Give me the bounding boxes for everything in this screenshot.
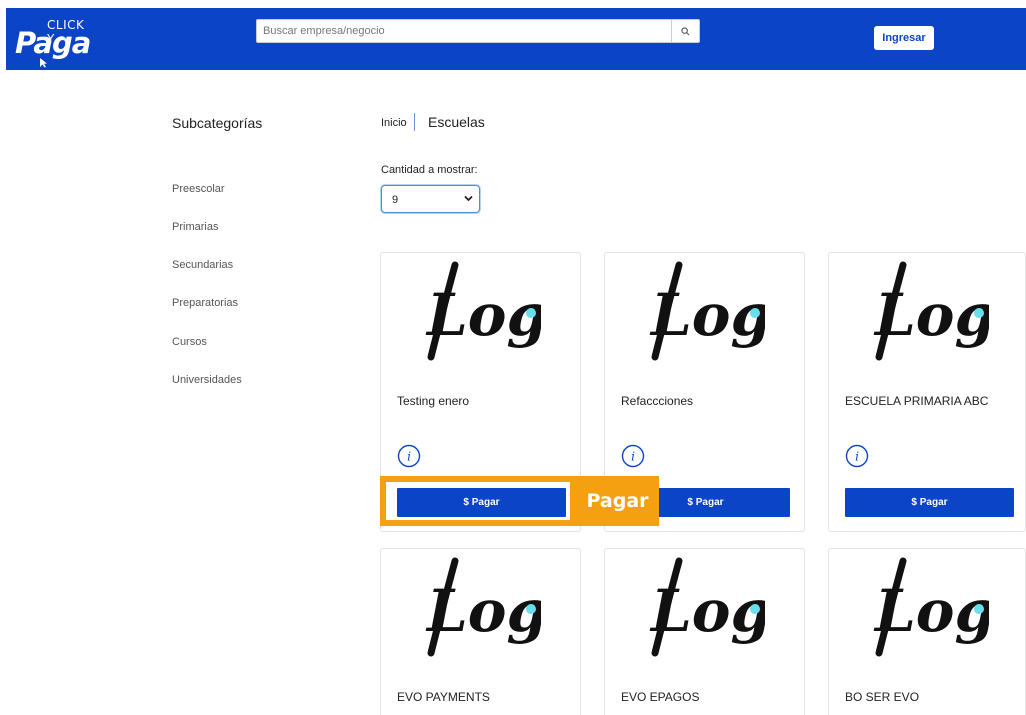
- svg-text:i: i: [855, 450, 859, 464]
- business-card[interactable]: Logo BO SER EVO: [828, 548, 1026, 715]
- sidebar-item-preescolar[interactable]: Preescolar: [172, 183, 225, 195]
- business-name: Refaccciones: [621, 394, 694, 408]
- business-logo: Logo: [873, 261, 989, 361]
- info-icon[interactable]: i: [397, 444, 421, 468]
- business-card[interactable]: Logo ESCUELA PRIMARIA ABC i $ Pagar: [828, 252, 1026, 532]
- sidebar-item-primarias[interactable]: Primarias: [172, 221, 218, 233]
- info-icon[interactable]: i: [845, 444, 869, 468]
- highlight-frame: [380, 476, 576, 526]
- sidebar-item-cursos[interactable]: Cursos: [172, 336, 207, 348]
- sidebar-item-preparatorias[interactable]: Preparatorias: [172, 297, 238, 309]
- sidebar-item-secundarias[interactable]: Secundarias: [172, 259, 233, 271]
- info-icon[interactable]: i: [621, 444, 645, 468]
- brand-logo-main: Paga: [15, 26, 91, 60]
- business-card[interactable]: Logo EVO EPAGOS: [604, 548, 805, 715]
- breadcrumb-current: Escuelas: [428, 114, 485, 130]
- business-logo: Logo: [873, 557, 989, 657]
- breadcrumb-divider: [414, 113, 415, 131]
- quantity-selected-value: 9: [392, 194, 399, 206]
- top-header: CLICK Y Paga Ingresar: [6, 8, 1026, 70]
- business-name: ESCUELA PRIMARIA ABC: [845, 394, 989, 408]
- svg-text:i: i: [631, 450, 635, 464]
- business-logo: Logo: [649, 557, 765, 657]
- quantity-label: Cantidad a mostrar:: [381, 164, 478, 176]
- login-button[interactable]: Ingresar: [874, 26, 934, 50]
- search-icon: [681, 26, 690, 35]
- business-name: BO SER EVO: [845, 690, 920, 704]
- pay-button[interactable]: $ Pagar: [845, 488, 1014, 517]
- business-card[interactable]: Logo EVO PAYMENTS: [380, 548, 581, 715]
- business-name: Testing enero: [397, 394, 470, 408]
- business-name: EVO EPAGOS: [621, 690, 700, 704]
- search-button[interactable]: [671, 20, 699, 42]
- subcategories-title: Subcategorías: [172, 115, 263, 131]
- quantity-select[interactable]: 9: [381, 185, 480, 213]
- business-logo: Logo: [425, 261, 541, 361]
- business-name: EVO PAYMENTS: [397, 690, 490, 704]
- business-logo: Logo: [649, 261, 765, 361]
- cursor-icon: [40, 58, 47, 68]
- sidebar-item-universidades[interactable]: Universidades: [172, 374, 242, 386]
- brand-logo[interactable]: CLICK Y Paga: [15, 18, 95, 68]
- search-box: [256, 19, 700, 43]
- svg-text:i: i: [407, 450, 411, 464]
- search-input[interactable]: [257, 20, 671, 42]
- highlight-tag: Pagar: [576, 476, 659, 526]
- breadcrumb-home[interactable]: Inicio: [381, 117, 407, 129]
- business-logo: Logo: [425, 557, 541, 657]
- chevron-down-icon: [464, 195, 473, 202]
